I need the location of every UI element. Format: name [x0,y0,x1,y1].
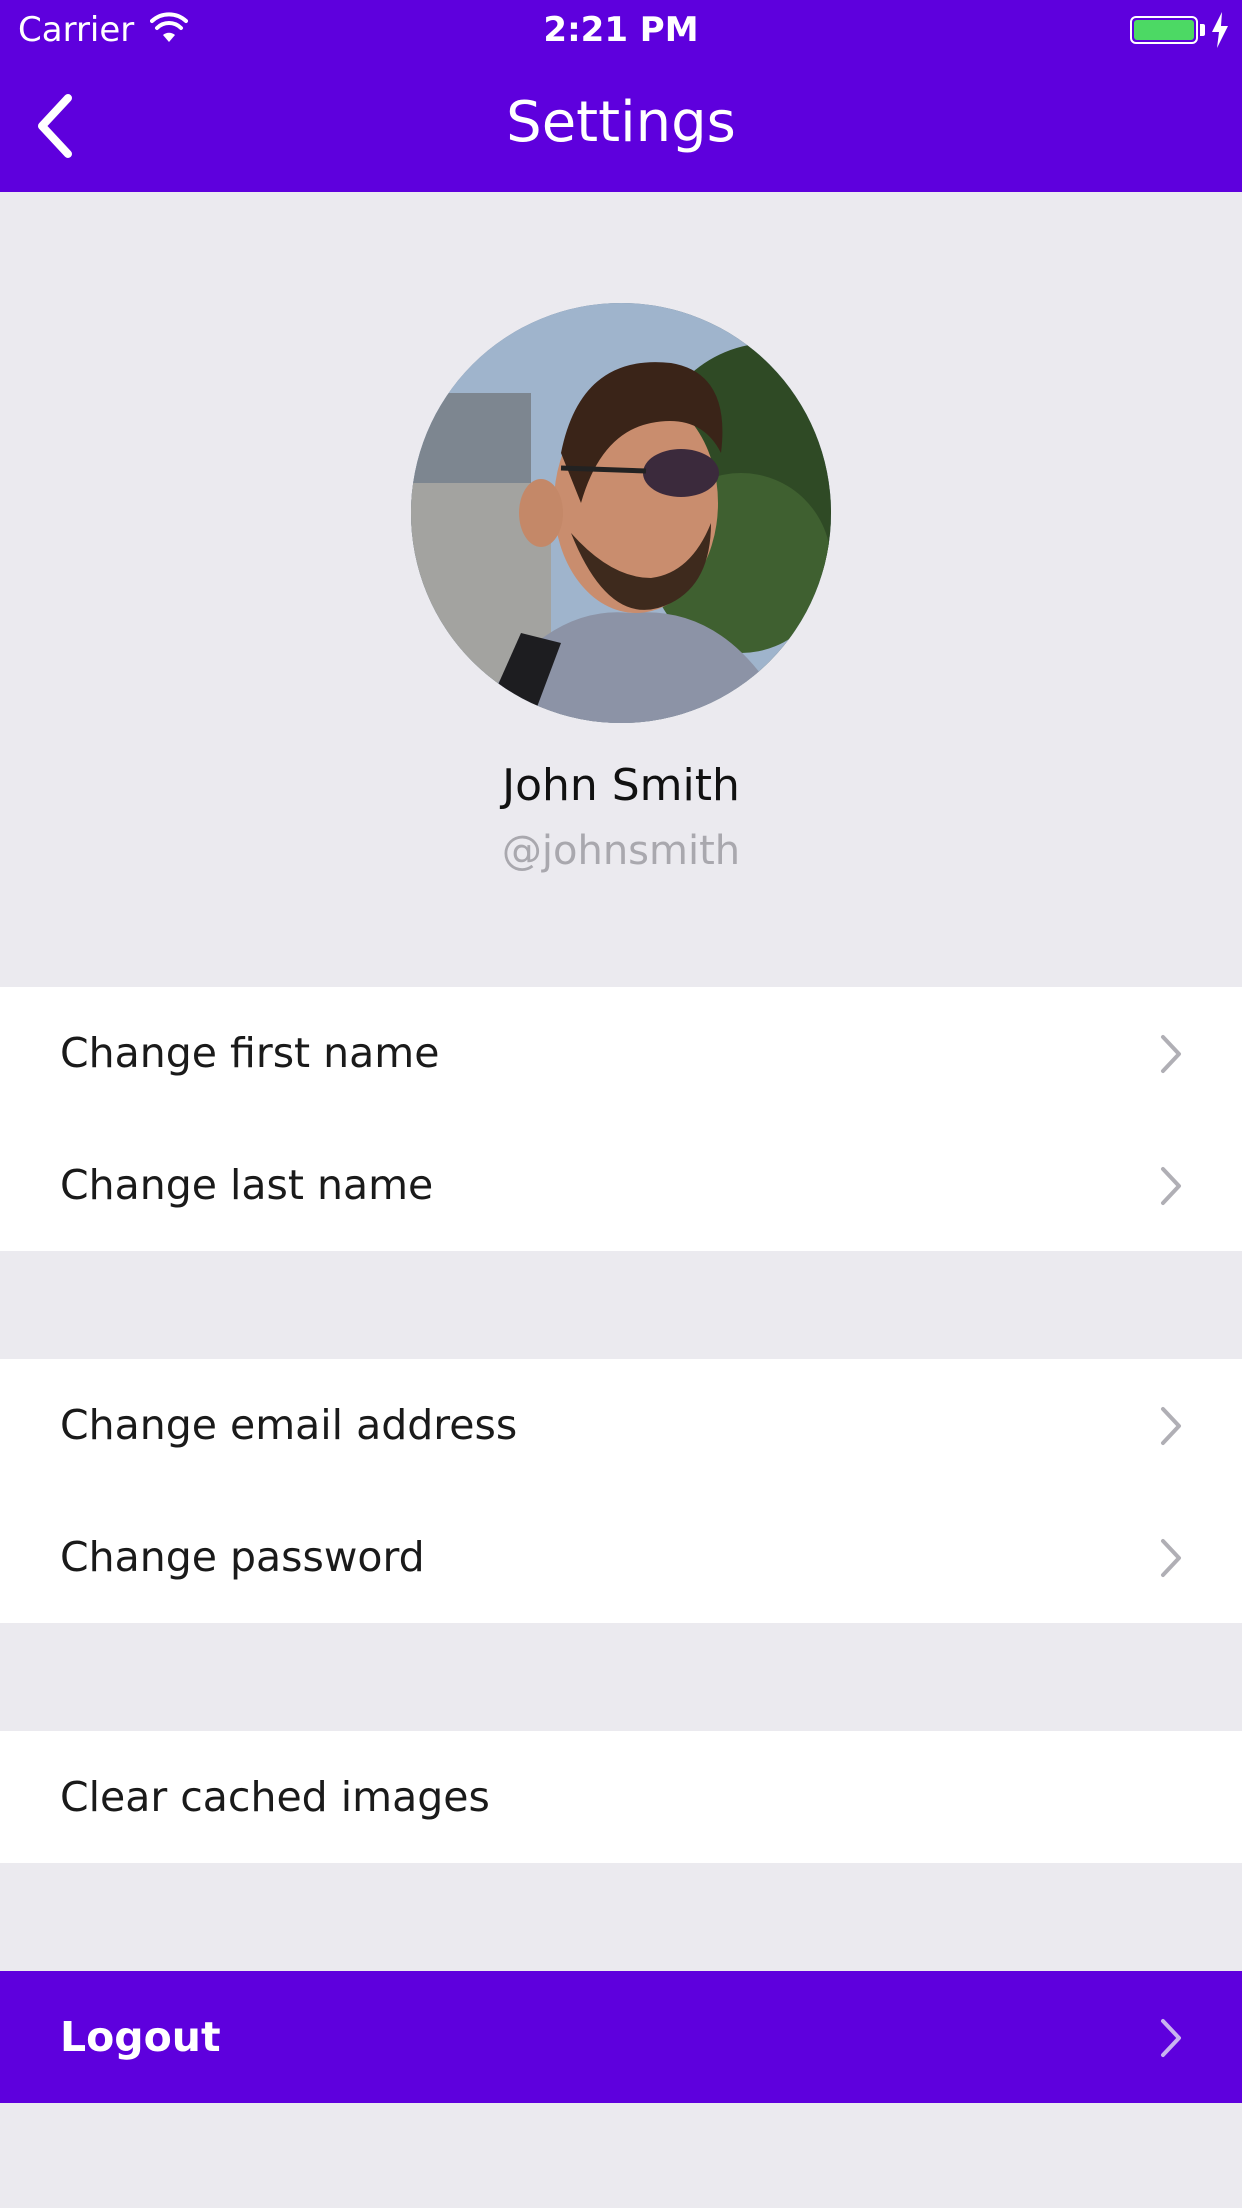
chevron-right-icon [1161,1407,1181,1445]
nav-bar: Settings [0,62,1242,192]
avatar[interactable] [411,303,831,723]
bolt-icon [1212,12,1228,48]
clear-cache-row[interactable]: Clear cached images [0,1731,1242,1863]
chevron-right-icon [1161,1167,1181,1205]
battery-icon [1130,16,1198,44]
change-last-name-row[interactable]: Change last name [0,1119,1242,1251]
chevron-right-icon [1161,1035,1181,1073]
row-label: Change last name [60,1161,434,1209]
profile-header: John Smith @johnsmith [0,192,1242,987]
chevron-right-icon [1161,2019,1181,2057]
profile-handle: @johnsmith [501,828,741,874]
clock: 2:21 PM [543,10,699,50]
profile-name: John Smith [502,760,740,811]
battery-tip [1200,24,1205,36]
logout-label: Logout [60,2013,221,2061]
row-label: Clear cached images [60,1773,490,1821]
page-title: Settings [506,90,736,155]
change-email-row[interactable]: Change email address [0,1359,1242,1491]
change-password-row[interactable]: Change password [0,1491,1242,1623]
chevron-right-icon [1161,1539,1181,1577]
change-first-name-row[interactable]: Change first name [0,987,1242,1119]
avatar-photo [411,303,831,723]
logout-button[interactable]: Logout [0,1971,1242,2103]
row-label: Change email address [60,1401,518,1449]
status-bar: Carrier 2:21 PM [0,0,1242,62]
row-label: Change password [60,1533,425,1581]
row-label: Change first name [60,1029,440,1077]
battery-level [1134,20,1194,40]
